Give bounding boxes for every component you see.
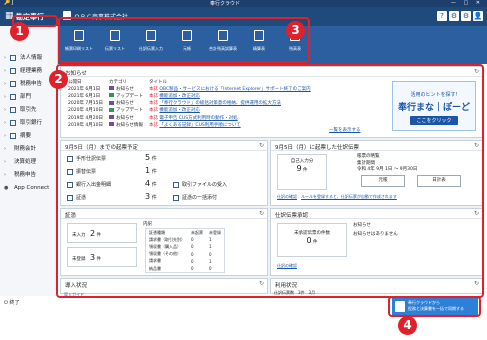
highlight-toolbar (58, 17, 310, 63)
sidebar-item-summary[interactable]: › 摘要 (0, 130, 58, 142)
sidebar-item-department[interactable]: › 部門 (0, 91, 58, 103)
chevron-right-icon: › (4, 146, 6, 152)
gear-icon[interactable]: ⚙ (461, 11, 471, 21)
chevron-right-icon: › (4, 107, 6, 113)
window-titlebar: 🔑 J 奉行クラウド — □ ✕ (0, 0, 487, 7)
settings-icon[interactable]: ⚙ (449, 11, 459, 21)
callout-3: 3 (286, 21, 305, 40)
chevron-right-icon: › (4, 81, 6, 87)
sidebar-item-closing[interactable]: › 決算処理 (0, 156, 58, 168)
exit-button[interactable]: ⏻ 終了 (0, 296, 58, 308)
chevron-right-icon: › (4, 94, 6, 100)
window-controls[interactable]: — □ ✕ (451, 0, 483, 6)
bank-icon (10, 120, 16, 126)
chevron-right-icon: › (4, 159, 6, 165)
ledger-icon (10, 68, 16, 74)
document-icon (10, 81, 16, 87)
help-icon[interactable]: ? (437, 11, 447, 21)
people-icon (10, 107, 16, 113)
sidebar-item-app-connect[interactable]: ● App Connect (0, 182, 58, 194)
callout-1: 1 (10, 22, 29, 41)
highlight-dashboard (56, 64, 484, 298)
chevron-right-icon: › (4, 133, 6, 139)
sidebar-item-financial[interactable]: › 財務会計 (0, 143, 58, 155)
chevron-right-icon: › (4, 55, 6, 61)
user-icon[interactable]: 👤 (473, 11, 483, 21)
sidebar-item-tax-filing[interactable]: › 税務申告 (0, 169, 58, 181)
summary-icon (10, 133, 16, 139)
callout-4: 4 (398, 316, 417, 335)
sidebar-item-customers[interactable]: › 取引先 (0, 104, 58, 116)
chevron-right-icon: › (4, 172, 6, 178)
window-title: 奉行クラウド (210, 1, 241, 7)
connect-icon: ● (4, 185, 9, 191)
exit-label: 終了 (9, 300, 20, 306)
header-icons: ? ⚙ ⚙ 👤 (435, 11, 483, 21)
department-icon (10, 94, 16, 100)
callout-2: 2 (49, 70, 68, 89)
chevron-right-icon: › (4, 120, 6, 126)
chevron-right-icon: › (4, 68, 6, 74)
sidebar-item-banks[interactable]: › 取引銀行 (0, 117, 58, 129)
sidebar: › 法人情報 › 経理業務 › 税務申告 › 部門 › 取引先 › 取引銀行 › 摘要 › 財務… (0, 26, 58, 296)
window-left-label: 🔑 J (4, 0, 14, 6)
highlight-promo (388, 296, 481, 317)
building-icon (10, 55, 16, 61)
sidebar-item-corp-info[interactable]: › 法人情報 (0, 52, 58, 64)
